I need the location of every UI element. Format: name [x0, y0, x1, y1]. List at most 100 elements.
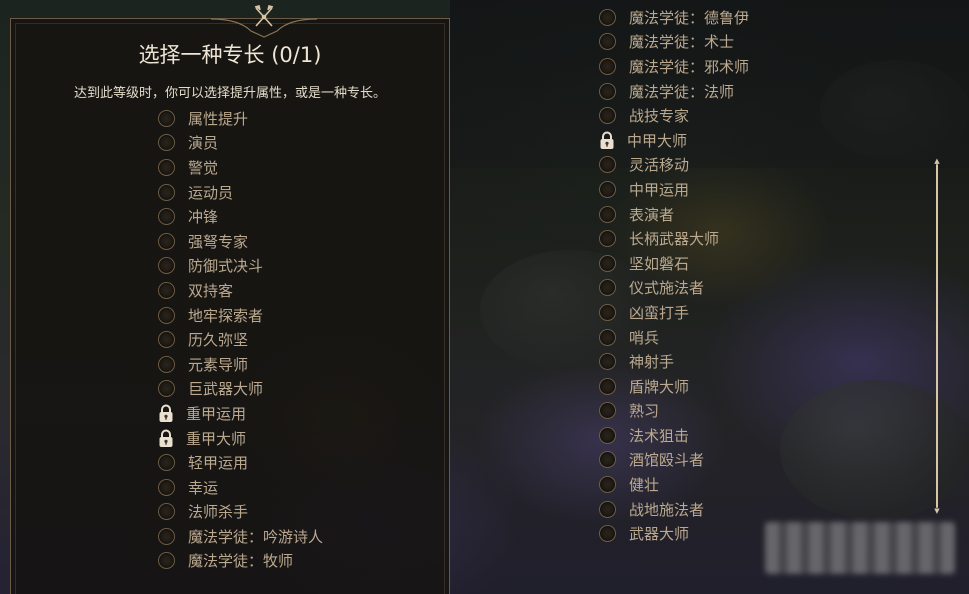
radio-circle-icon[interactable]	[599, 476, 616, 494]
feat-option[interactable]: 武器大师	[597, 521, 749, 546]
feat-option[interactable]: 中甲大师	[597, 128, 749, 153]
padlock-icon[interactable]	[597, 130, 616, 150]
feat-option[interactable]: 盾牌大师	[597, 374, 749, 399]
radio-circle-icon[interactable]	[599, 254, 616, 272]
radio-circle-icon[interactable]	[599, 279, 616, 297]
feat-option-label: 历久弥坚	[188, 331, 249, 350]
feat-option[interactable]: 地牢探索者	[156, 303, 323, 328]
feat-option-label: 中甲运用	[629, 180, 690, 199]
feat-option-label: 坚如磐石	[629, 254, 690, 273]
feat-option[interactable]: 强弩专家	[156, 229, 323, 254]
radio-circle-icon[interactable]	[599, 180, 616, 198]
feat-option[interactable]: 中甲运用	[597, 177, 749, 202]
radio-circle-icon[interactable]	[158, 552, 175, 570]
feat-option[interactable]: 演员	[156, 131, 323, 156]
feat-option[interactable]: 属性提升	[156, 106, 323, 131]
feat-option[interactable]: 仪式施法者	[597, 276, 749, 301]
feat-option[interactable]: 长柄武器大师	[597, 226, 749, 251]
scrollbar[interactable]: ▲ ▼	[934, 158, 940, 515]
feat-option[interactable]: 魔法学徒：牧师	[156, 549, 323, 574]
scrollbar-thumb[interactable]	[936, 164, 938, 508]
feat-option[interactable]: 元素导师	[156, 352, 323, 377]
radio-circle-icon[interactable]	[599, 426, 616, 444]
radio-circle-icon[interactable]	[158, 503, 175, 521]
feat-option[interactable]: 重甲运用	[156, 401, 323, 426]
radio-circle-icon[interactable]	[599, 230, 616, 248]
feat-option[interactable]: 魔法学徒：术士	[597, 30, 749, 55]
feat-list-right: 魔法学徒：德鲁伊 魔法学徒：术士魔法学徒：邪术师魔法学徒：法师 战技专家中甲大师灵活…	[597, 5, 749, 546]
feat-option[interactable]: 历久弥坚	[156, 327, 323, 352]
radio-circle-icon[interactable]	[599, 33, 616, 51]
feat-option[interactable]: 战地施法者	[597, 497, 749, 522]
feat-option[interactable]: 凶蛮打手	[597, 300, 749, 325]
page-subtitle: 达到此等级时，你可以选择提升属性，或是一种专长。	[73, 86, 386, 101]
radio-circle-icon[interactable]	[158, 109, 175, 127]
radio-circle-icon[interactable]	[158, 380, 175, 398]
feat-option[interactable]: 幸运	[156, 475, 323, 500]
feat-list-left: 属性提升 演员警觉运动员 冲锋强弩专家防御式决斗 双持客 地牢探索者历久弥坚元素导师巨武…	[156, 106, 323, 573]
radio-circle-icon[interactable]	[599, 328, 616, 346]
feat-option-label: 轻甲运用	[188, 454, 249, 473]
feat-option[interactable]: 健壮	[597, 472, 749, 497]
feat-option-label: 警觉	[188, 158, 219, 177]
feat-option[interactable]: 冲锋	[156, 204, 323, 229]
feat-option[interactable]: 表演者	[597, 202, 749, 227]
feat-option[interactable]: 魔法学徒：德鲁伊	[597, 5, 749, 30]
radio-circle-icon[interactable]	[599, 205, 616, 223]
radio-circle-icon[interactable]	[599, 57, 616, 75]
radio-circle-icon[interactable]	[599, 156, 616, 174]
radio-circle-icon[interactable]	[158, 355, 175, 373]
feat-option[interactable]: 轻甲运用	[156, 450, 323, 475]
feat-option[interactable]: 魔法学徒：吟游诗人	[156, 524, 323, 549]
radio-circle-icon[interactable]	[599, 353, 616, 371]
radio-circle-icon[interactable]	[158, 331, 175, 349]
feat-option-label: 强弩专家	[188, 232, 249, 251]
radio-circle-icon[interactable]	[599, 107, 616, 125]
feat-option[interactable]: 魔法学徒：邪术师	[597, 54, 749, 79]
radio-circle-icon[interactable]	[158, 281, 175, 299]
feat-option-label: 幸运	[188, 478, 219, 497]
radio-circle-icon[interactable]	[158, 478, 175, 496]
radio-circle-icon[interactable]	[599, 525, 616, 543]
feat-option-label: 中甲大师	[627, 131, 688, 150]
radio-circle-icon[interactable]	[599, 500, 616, 518]
feat-option[interactable]: 灵活移动	[597, 153, 749, 178]
feat-option[interactable]: 战技专家	[597, 103, 749, 128]
feat-option[interactable]: 魔法学徒：法师	[597, 79, 749, 104]
padlock-icon[interactable]	[156, 403, 175, 423]
radio-circle-icon[interactable]	[158, 158, 175, 176]
feat-option[interactable]: 法师杀手	[156, 500, 323, 525]
feat-option[interactable]: 酒馆殴斗者	[597, 448, 749, 473]
feat-option[interactable]: 坚如磐石	[597, 251, 749, 276]
radio-circle-icon[interactable]	[158, 306, 175, 324]
radio-circle-icon[interactable]	[599, 82, 616, 100]
feat-option[interactable]: 双持客	[156, 278, 323, 303]
radio-circle-icon[interactable]	[158, 208, 175, 226]
feat-option-label: 元素导师	[188, 355, 249, 374]
feat-option[interactable]: 运动员	[156, 180, 323, 205]
radio-circle-icon[interactable]	[158, 134, 175, 152]
feat-option-label: 魔法学徒：邪术师	[629, 57, 750, 76]
radio-circle-icon[interactable]	[599, 377, 616, 395]
feat-option[interactable]: 哨兵	[597, 325, 749, 350]
radio-circle-icon[interactable]	[599, 8, 616, 26]
radio-circle-icon[interactable]	[158, 454, 175, 472]
radio-circle-icon[interactable]	[158, 232, 175, 250]
feat-option[interactable]: 重甲大师	[156, 426, 323, 451]
feat-option[interactable]: 巨武器大师	[156, 377, 323, 402]
radio-circle-icon[interactable]	[158, 527, 175, 545]
scroll-down-arrow-icon[interactable]: ▼	[934, 508, 940, 515]
radio-circle-icon[interactable]	[158, 183, 175, 201]
radio-circle-icon[interactable]	[599, 303, 616, 321]
feat-option[interactable]: 警觉	[156, 155, 323, 180]
feat-option[interactable]: 神射手	[597, 349, 749, 374]
feat-option-label: 盾牌大师	[629, 377, 690, 396]
radio-circle-icon[interactable]	[599, 451, 616, 469]
feat-option-label: 酒馆殴斗者	[629, 451, 705, 470]
feat-option[interactable]: 熟习	[597, 399, 749, 424]
radio-circle-icon[interactable]	[158, 257, 175, 275]
feat-option[interactable]: 防御式决斗	[156, 254, 323, 279]
padlock-icon[interactable]	[156, 428, 175, 448]
feat-option[interactable]: 法术狙击	[597, 423, 749, 448]
radio-circle-icon[interactable]	[599, 402, 616, 420]
